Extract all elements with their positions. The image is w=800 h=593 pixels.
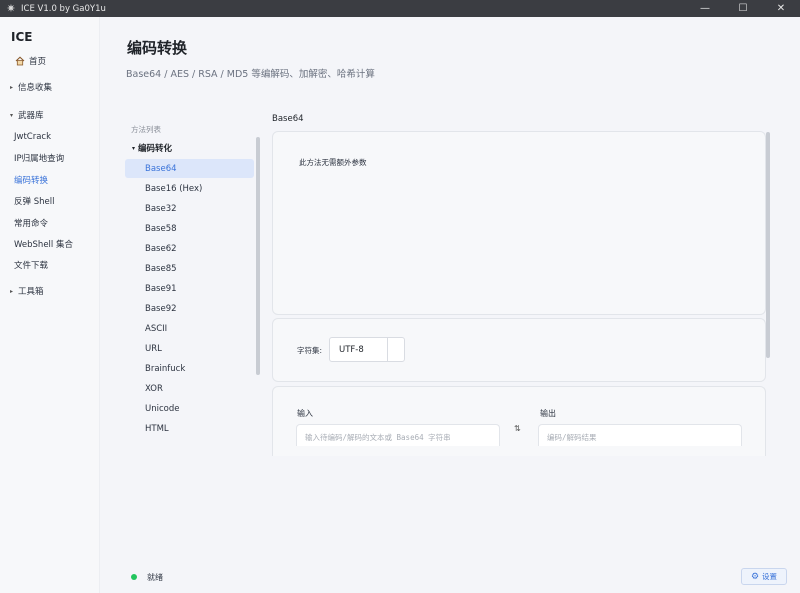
charset-select[interactable]: UTF-8 (329, 337, 405, 362)
status-indicator-dot (131, 574, 137, 580)
method-item-base32[interactable]: Base32 (125, 199, 254, 218)
method-group-label: 编码转化 (138, 144, 173, 154)
gear-icon: ⚙ (750, 571, 760, 582)
caret-down-icon: ▾ (10, 111, 14, 119)
title-bar: ✷ ICE V1.0 by Ga0Y1u — ☐ ✕ (0, 0, 800, 17)
sidebar-group-toolbox[interactable]: ▸ 工具箱 (0, 282, 100, 300)
no-params-text: 此方法无需额外参数 (299, 158, 367, 167)
method-item-xor[interactable]: XOR (125, 379, 254, 398)
method-item-unicode[interactable]: Unicode (125, 399, 254, 418)
settings-button[interactable]: ⚙ 设置 (741, 568, 787, 585)
close-icon[interactable]: ✕ (762, 0, 800, 17)
method-item-base16[interactable]: Base16 (Hex) (125, 179, 254, 198)
output-textarea[interactable]: 编码/解码结果 (538, 424, 742, 446)
sidebar: ICE 首页 ▸ 信息收集 ▾ 武器库 JwtCrack IP归属地查询 编码转… (0, 17, 100, 593)
app-brand: ICE (11, 30, 33, 44)
method-item-ascii[interactable]: ASCII (125, 319, 254, 338)
home-icon (15, 56, 25, 66)
sidebar-group-info-collect[interactable]: ▸ 信息收集 (0, 78, 100, 96)
method-item-brainfuck[interactable]: Brainfuck (125, 359, 254, 378)
sidebar-item-file-download[interactable]: 文件下载 (0, 256, 100, 274)
swap-icon[interactable]: ⇅ (514, 424, 521, 433)
charset-label: 字符集: (297, 346, 323, 355)
sidebar-item-reverse-shell[interactable]: 反弹 Shell (0, 192, 100, 210)
sidebar-item-ip-lookup[interactable]: IP归属地查询 (0, 149, 100, 167)
method-item-base64[interactable]: Base64 (125, 159, 254, 178)
maximize-icon[interactable]: ☐ (724, 0, 762, 17)
minimize-icon[interactable]: — (686, 0, 724, 17)
caret-right-icon: ▸ (10, 287, 14, 295)
sidebar-item-label: 工具箱 (18, 287, 44, 297)
page-subtitle: Base64 / AES / RSA / MD5 等编解码、加解密、哈希计算 (126, 69, 375, 80)
sidebar-item-label: 武器库 (18, 111, 44, 121)
method-item-html[interactable]: HTML (125, 419, 254, 438)
app-logo-icon: ✷ (6, 1, 16, 15)
select-divider (387, 338, 388, 361)
method-group-encoding[interactable]: ▾ 编码转化 (132, 142, 172, 154)
method-item-base91[interactable]: Base91 (125, 279, 254, 298)
sidebar-item-encode-convert[interactable]: 编码转换 (0, 171, 100, 189)
method-item-base92[interactable]: Base92 (125, 299, 254, 318)
input-label: 输入 (297, 409, 313, 418)
method-item-url[interactable]: URL (125, 339, 254, 358)
status-text: 就绪 (147, 573, 163, 582)
method-list-header: 方法列表 (131, 125, 161, 134)
sidebar-group-arsenal[interactable]: ▾ 武器库 (0, 106, 100, 124)
window-title: ICE V1.0 by Ga0Y1u (21, 3, 106, 14)
method-item-base62[interactable]: Base62 (125, 239, 254, 258)
input-textarea[interactable]: 输入待编码/解码的文本或 Base64 字符串 (296, 424, 500, 446)
sidebar-item-jwtcrack[interactable]: JwtCrack (0, 128, 100, 146)
caret-right-icon: ▸ (10, 83, 14, 91)
sidebar-item-label: 信息收集 (18, 83, 53, 93)
page-title: 编码转换 (127, 39, 188, 57)
method-panel-title: Base64 (272, 114, 304, 124)
method-item-base58[interactable]: Base58 (125, 219, 254, 238)
sidebar-item-label: 首页 (29, 57, 47, 67)
method-list-scrollbar[interactable] (256, 137, 260, 375)
window-controls: — ☐ ✕ (686, 0, 800, 17)
panel-scrollbar[interactable] (766, 132, 770, 358)
settings-button-label: 设置 (762, 572, 778, 581)
sidebar-item-webshell[interactable]: WebShell 集合 (0, 235, 100, 253)
output-label: 输出 (540, 409, 556, 418)
sidebar-item-home[interactable]: 首页 (0, 52, 100, 70)
method-item-base85[interactable]: Base85 (125, 259, 254, 278)
caret-down-icon: ▾ (132, 144, 136, 152)
sidebar-item-common-commands[interactable]: 常用命令 (0, 214, 100, 232)
charset-value: UTF-8 (339, 344, 364, 355)
